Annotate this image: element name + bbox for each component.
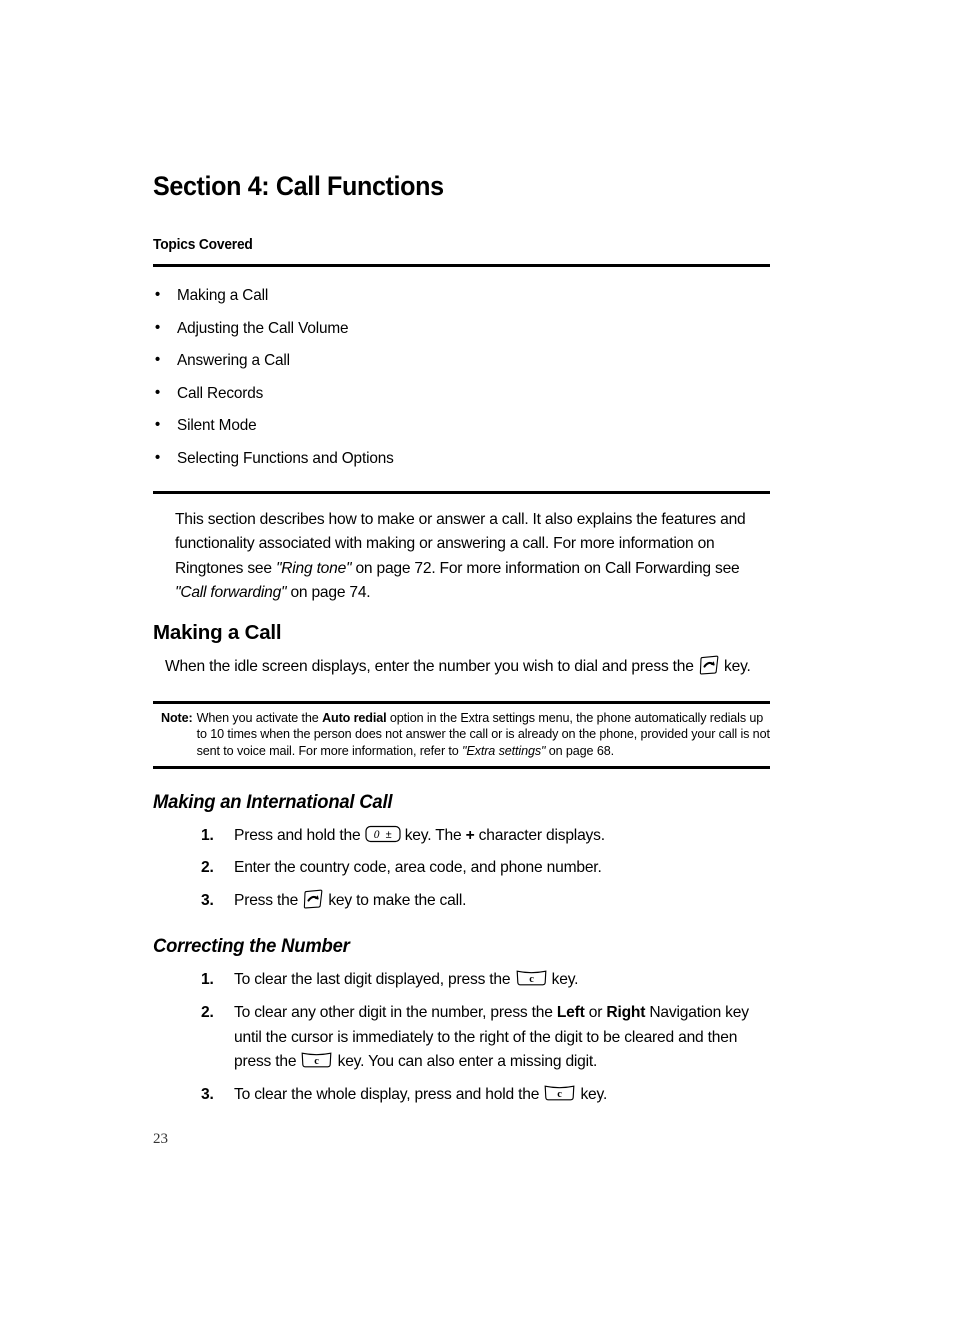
list-item-label: Silent Mode [177,417,257,435]
step-text-tail: character displays. [474,826,605,844]
svg-text:±: ± [385,829,391,841]
step-text-3: key. You can also enter a missing digit. [333,1053,598,1071]
clear-key-icon: c [543,1084,576,1102]
page-number: 23 [153,1131,168,1147]
intro-divider [153,490,770,494]
topics-divider [153,264,770,268]
list-item: • Call Records [153,383,745,402]
international-steps-list: 1. Press and hold the 0 ± key. The + char… [201,824,769,914]
clear-key-icon: c [515,969,548,987]
intro-reference-ringtone: "Ring tone" [275,559,352,577]
list-item: 3. Press the key to make the call. [201,889,769,914]
step-bold-plus: + [465,826,475,844]
list-item: 2. To clear any other digit in the number… [201,1001,769,1075]
topics-list: • Making a Call • Adjusting the Call Vol… [153,286,770,467]
step-text-before: Press and hold the [234,826,365,844]
bullet-icon: • [154,383,161,401]
svg-text:c: c [529,974,534,985]
step-text-before: To clear the whole display, press and ho… [234,1085,544,1103]
intro-text-2: on page 72. For more information on Call… [351,559,740,577]
list-item-label: Answering a Call [177,352,290,370]
note-label: Note: [161,710,193,725]
heading-making-a-call: Making a Call [153,620,282,644]
step-number: 2. [201,859,214,877]
send-key-icon [302,889,324,909]
zero-plusminus-key-icon: 0 ± [364,825,401,843]
list-item-label: Adjusting the Call Volume [177,319,349,337]
manual-page: Section 4: Call Functions Topics Covered… [0,0,954,1319]
step-number: 1. [201,971,214,989]
intro-paragraph: This section describes how to make or an… [175,508,770,606]
svg-text:c: c [558,1089,563,1100]
page-content: Section 4: Call Functions Topics Covered… [153,0,770,1116]
clear-key-icon: c [300,1051,333,1069]
page-title: Section 4: Call Functions [153,171,444,201]
list-item: 2. Enter the country code, area code, and… [201,856,769,881]
step-number: 3. [201,891,214,909]
bullet-icon: • [154,318,161,336]
note-text: When you activate the Auto redial option… [197,710,770,760]
step-text-after: key. The [400,826,466,844]
bullet-icon: • [154,286,161,304]
step-text-after: key. [547,971,579,989]
step-text-after: key. [576,1085,608,1103]
note-text-3: on page 68. [545,743,614,758]
list-item: 1. Press and hold the 0 ± key. The + char… [201,824,769,849]
list-item: • Silent Mode [153,416,745,435]
note-block: Note: When you activate the Auto redial … [153,700,770,769]
step-bold-left: Left [556,1004,585,1021]
list-item: • Answering a Call [153,351,745,370]
bullet-icon: • [154,351,161,369]
svg-text:c: c [315,1056,320,1067]
step-text-mid: or [584,1004,607,1021]
correcting-steps-list: 1. To clear the last digit displayed, pre… [201,968,769,1107]
making-a-call-text-after: key. [719,658,751,676]
step-number: 3. [201,1085,214,1103]
heading-correcting-the-number: Correcting the Number [153,936,350,958]
step-number: 2. [201,1004,214,1021]
list-item-label: Call Records [177,384,264,402]
making-a-call-text-before: When the idle screen displays, enter the… [165,658,698,676]
step-text: Enter the country code, area code, and p… [234,859,602,877]
list-item: • Selecting Functions and Options [153,448,745,467]
list-item: • Making a Call [153,286,745,305]
intro-text-3: on page 74. [286,584,371,602]
bullet-icon: • [154,416,161,434]
step-text-after: key to make the call. [324,891,467,909]
note-bottom-divider [153,765,770,769]
step-text-before: To clear the last digit displayed, press… [234,971,515,989]
note-reference: "Extra settings" [462,743,546,758]
list-item: 1. To clear the last digit displayed, pre… [201,968,769,993]
svg-text:0: 0 [373,829,379,841]
list-item: 3. To clear the whole display, press and … [201,1083,769,1108]
send-key-icon [698,655,720,675]
step-bold-right: Right [606,1004,646,1021]
heading-making-international-call: Making an International Call [153,791,393,813]
bullet-icon: • [154,448,161,466]
list-item-label: Making a Call [177,287,269,305]
intro-reference-callforwarding: "Call forwarding" [175,584,287,602]
topics-covered-label: Topics Covered [153,237,253,254]
note-text-1: When you activate the [196,710,323,725]
making-a-call-body: When the idle screen displays, enter the… [165,654,765,679]
step-text-1: To clear any other digit in the number, … [234,1004,557,1021]
step-number: 1. [201,826,214,844]
list-item: • Adjusting the Call Volume [153,318,745,337]
note-bold-term: Auto redial [322,710,387,725]
list-item-label: Selecting Functions and Options [177,449,394,467]
step-text-before: Press the [234,891,303,909]
